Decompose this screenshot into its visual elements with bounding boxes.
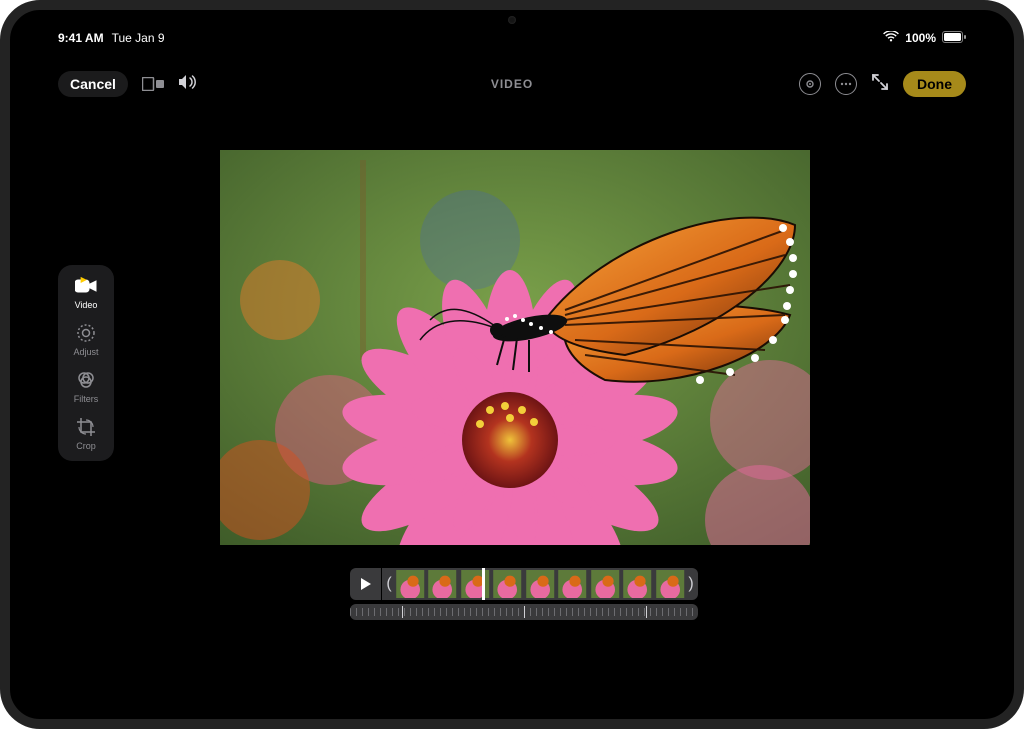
- sidebar-item-adjust[interactable]: Adjust: [73, 322, 98, 357]
- trim-end-handle[interactable]: ): [686, 570, 696, 598]
- sidebar-item-label: Crop: [76, 441, 96, 451]
- sidebar-item-crop[interactable]: Crop: [75, 416, 97, 451]
- editor-toolbar: Cancel VIDEO Done: [10, 64, 1014, 104]
- active-marker-icon: ▶: [81, 275, 87, 284]
- play-button[interactable]: [350, 568, 382, 600]
- trim-track[interactable]: ( ): [382, 568, 698, 600]
- status-bar: 9:41 AM Tue Jan 9 100%: [10, 28, 1014, 48]
- fullscreen-button[interactable]: [871, 73, 889, 96]
- camera-dot: [508, 16, 516, 24]
- status-date: Tue Jan 9: [112, 31, 165, 45]
- playhead[interactable]: [482, 568, 485, 600]
- crop-icon: [75, 416, 97, 438]
- done-button[interactable]: Done: [903, 71, 966, 97]
- more-button[interactable]: [835, 73, 857, 95]
- sidebar-item-label: Video: [75, 300, 98, 310]
- wifi-icon: [883, 31, 899, 46]
- status-battery-percent: 100%: [905, 31, 936, 45]
- edit-mode-sidebar: ▶ Video Adjust Filters Crop: [58, 265, 114, 461]
- mode-title: VIDEO: [491, 77, 533, 91]
- video-preview[interactable]: [220, 150, 810, 545]
- live-photo-button[interactable]: [799, 73, 821, 95]
- timeline-thumbnails: [394, 570, 686, 598]
- timeline-ruler[interactable]: [350, 604, 698, 620]
- adjust-icon: [75, 322, 97, 344]
- video-timeline: ( ): [350, 568, 698, 620]
- sidebar-item-filters[interactable]: Filters: [74, 369, 99, 404]
- volume-button[interactable]: [178, 74, 198, 95]
- battery-icon: [942, 31, 966, 46]
- sidebar-item-label: Adjust: [73, 347, 98, 357]
- aspect-ratio-toggle[interactable]: [142, 77, 164, 91]
- trim-start-handle[interactable]: (: [384, 570, 394, 598]
- sidebar-item-label: Filters: [74, 394, 99, 404]
- sidebar-item-video[interactable]: ▶ Video: [75, 275, 98, 310]
- status-time: 9:41 AM: [58, 31, 104, 45]
- filters-icon: [75, 369, 97, 391]
- cancel-button[interactable]: Cancel: [58, 71, 128, 97]
- ipad-frame: 9:41 AM Tue Jan 9 100% Cancel VIDEO: [0, 0, 1024, 729]
